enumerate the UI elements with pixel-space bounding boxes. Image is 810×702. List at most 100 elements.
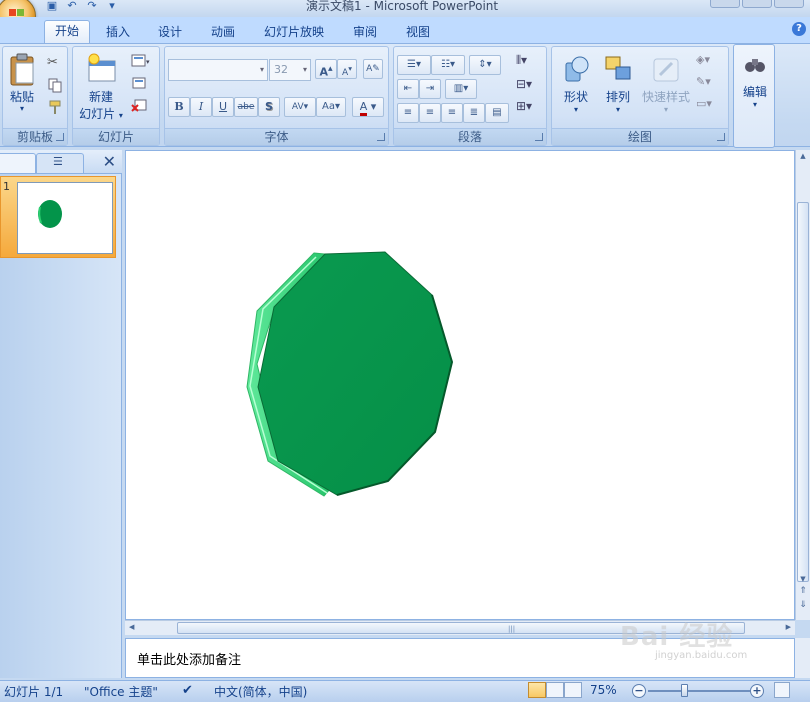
- format-painter-icon[interactable]: [47, 99, 63, 115]
- save-icon[interactable]: ▣: [44, 0, 60, 13]
- clear-formatting-icon[interactable]: A✎: [363, 59, 383, 79]
- new-slide-button[interactable]: 新建 幻灯片 ▾: [75, 53, 127, 122]
- zoom-slider[interactable]: [648, 690, 750, 692]
- zoom-slider-knob[interactable]: [681, 684, 688, 697]
- tab-slide-show[interactable]: 幻灯片放映: [254, 22, 334, 44]
- customize-qat-icon[interactable]: ▾: [104, 0, 120, 13]
- cut-icon[interactable]: ✂: [47, 55, 63, 71]
- scroll-grip-icon: |||: [508, 625, 516, 633]
- tab-view[interactable]: 视图: [396, 22, 440, 44]
- new-slide-label-2: 幻灯片: [79, 107, 116, 121]
- decrease-indent-icon[interactable]: ⇤: [397, 79, 419, 99]
- paragraph-group-label: 段落: [394, 128, 546, 145]
- tab-outline[interactable]: ☰: [36, 153, 84, 173]
- numbering-icon[interactable]: ☷▾: [431, 55, 465, 75]
- tab-insert[interactable]: 插入: [96, 22, 140, 44]
- font-launcher-icon[interactable]: [377, 133, 385, 141]
- line-spacing-icon[interactable]: ⇕▾: [469, 55, 501, 75]
- vertical-scroll-thumb[interactable]: [797, 202, 809, 582]
- font-size-combo[interactable]: 32 ▾: [269, 59, 311, 81]
- distributed-icon[interactable]: ▤: [485, 103, 509, 123]
- justify-icon[interactable]: ≣: [463, 103, 485, 123]
- group-clipboard: 粘贴 ▾ ✂ 剪贴板: [2, 46, 68, 146]
- minimize-button[interactable]: [710, 0, 740, 8]
- text-shadow-icon[interactable]: S: [258, 97, 280, 117]
- increase-indent-icon[interactable]: ⇥: [419, 79, 441, 99]
- group-font: ▾ 32 ▾ A▴ A▾ A✎ B I U abe S AV▾ Aa▾ A ▾ 字…: [164, 46, 389, 146]
- clipboard-launcher-icon[interactable]: [56, 133, 64, 141]
- font-name-combo[interactable]: ▾: [168, 59, 268, 81]
- italic-icon[interactable]: I: [190, 97, 212, 117]
- underline-icon[interactable]: U: [212, 97, 234, 117]
- slide-show-view-button[interactable]: [564, 682, 582, 698]
- tab-slides-thumbnails[interactable]: [0, 153, 36, 173]
- close-pane-icon[interactable]: ✕: [103, 152, 116, 171]
- scroll-left-icon[interactable]: ◀: [129, 623, 134, 631]
- tab-animations[interactable]: 动画: [201, 22, 245, 44]
- scroll-right-icon[interactable]: ▶: [786, 623, 791, 631]
- change-case-icon[interactable]: Aa▾: [316, 97, 346, 117]
- drawing-launcher-icon[interactable]: [717, 133, 725, 141]
- font-group-label: 字体: [165, 128, 388, 145]
- zoom-in-icon[interactable]: +: [750, 684, 764, 698]
- shape-effects-icon[interactable]: ▭▾: [696, 97, 712, 113]
- align-left-icon[interactable]: ≡: [397, 103, 419, 123]
- arrange-button[interactable]: 排列 ▾: [598, 53, 638, 114]
- paragraph-launcher-icon[interactable]: [535, 133, 543, 141]
- bold-icon[interactable]: B: [168, 97, 190, 117]
- previous-slide-icon[interactable]: ⇑: [798, 587, 808, 596]
- notes-scrollbar[interactable]: [795, 638, 810, 678]
- columns-icon[interactable]: ▥▾: [445, 79, 477, 99]
- maximize-button[interactable]: [742, 0, 772, 8]
- shapes-button[interactable]: 形状 ▾: [556, 53, 596, 114]
- slide-editing-area[interactable]: [125, 150, 795, 620]
- shapes-dropdown-icon: ▾: [573, 105, 578, 114]
- strikethrough-icon[interactable]: abe: [234, 97, 258, 117]
- vertical-scrollbar[interactable]: ▲ ▼ ⇑ ⇓: [795, 150, 810, 620]
- fit-to-window-icon[interactable]: [774, 682, 790, 698]
- text-direction-icon[interactable]: ⫴▾: [516, 53, 532, 69]
- undo-icon[interactable]: ↶: [64, 0, 80, 13]
- quick-styles-button[interactable]: 快速样式 ▾: [640, 53, 692, 114]
- layout-icon[interactable]: ▾: [131, 53, 150, 69]
- editing-button[interactable]: 编辑 ▾: [736, 53, 774, 109]
- reset-slide-icon[interactable]: [131, 75, 147, 91]
- bullets-icon[interactable]: ☰▾: [397, 55, 431, 75]
- slide-sorter-view-button[interactable]: [546, 682, 564, 698]
- font-color-icon[interactable]: A ▾: [352, 97, 384, 117]
- scroll-up-icon[interactable]: ▲: [798, 152, 808, 160]
- align-text-icon[interactable]: ⊟▾: [516, 77, 532, 93]
- tab-review[interactable]: 审阅: [343, 22, 387, 44]
- character-spacing-icon[interactable]: AV▾: [284, 97, 316, 117]
- language[interactable]: 中文(简体，中国): [214, 683, 307, 700]
- zoom-out-icon[interactable]: −: [632, 684, 646, 698]
- copy-icon[interactable]: [47, 77, 63, 93]
- slide-count: 幻灯片 1/1: [4, 685, 64, 699]
- svg-text:▾: ▾: [146, 58, 150, 66]
- shape-outline-icon[interactable]: ✎▾: [696, 75, 712, 91]
- drawing-group-label: 绘图: [552, 128, 728, 145]
- shrink-font-icon[interactable]: A▾: [337, 59, 357, 79]
- notes-placeholder[interactable]: 单击此处添加备注: [137, 649, 241, 668]
- outline-icon: ☰: [53, 155, 63, 168]
- align-center-icon[interactable]: ≡: [419, 103, 441, 123]
- normal-view-button[interactable]: [528, 682, 546, 698]
- shape-fill-icon[interactable]: ◈▾: [696, 53, 712, 69]
- grow-font-icon[interactable]: A▴: [315, 59, 337, 79]
- convert-smartart-icon[interactable]: ⊞▾: [516, 99, 532, 115]
- help-icon[interactable]: ?: [792, 22, 806, 36]
- delete-slide-icon[interactable]: [131, 97, 147, 113]
- tab-home[interactable]: 开始: [44, 20, 91, 43]
- align-right-icon[interactable]: ≡: [441, 103, 463, 123]
- spelling-check-icon[interactable]: ✔: [182, 683, 193, 698]
- slide-thumbnail-item[interactable]: 1: [0, 176, 116, 258]
- zoom-level[interactable]: 75%: [590, 683, 617, 697]
- scroll-down-icon[interactable]: ▼: [798, 575, 808, 583]
- tab-design[interactable]: 设计: [148, 22, 192, 44]
- redo-icon[interactable]: ↷: [84, 0, 100, 13]
- slide-thumbnail[interactable]: [17, 182, 113, 254]
- quick-styles-label: 快速样式: [641, 90, 690, 104]
- paste-button[interactable]: 粘贴 ▾: [5, 53, 39, 113]
- close-button[interactable]: [774, 0, 804, 8]
- next-slide-icon[interactable]: ⇓: [798, 601, 808, 610]
